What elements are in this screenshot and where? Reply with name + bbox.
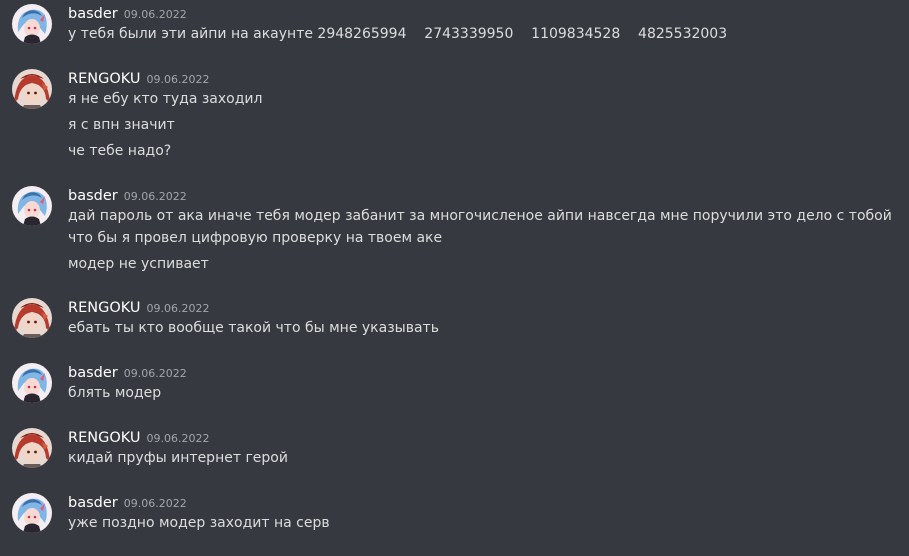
message-text: уже поздно модер заходит на серв	[68, 515, 330, 531]
message-header: basder 09.06.2022	[68, 362, 187, 382]
message-text: кидай пруфы интернет герой	[68, 450, 288, 466]
username[interactable]: basder	[68, 495, 118, 511]
anime-redhead-avatar-icon[interactable]	[12, 428, 52, 468]
timestamp: 09.06.2022	[123, 190, 187, 203]
message-header: basder 09.06.2022	[68, 492, 187, 512]
timestamp: 09.06.2022	[123, 367, 187, 380]
chat-message-list: basder 09.06.2022 у тебя были эти айпи на…	[0, 0, 909, 556]
anime-girl-avatar-icon[interactable]	[12, 493, 52, 533]
timestamp: 09.06.2022	[123, 8, 187, 21]
message-text: я с впн значит	[68, 117, 175, 133]
timestamp: 09.06.2022	[146, 432, 210, 445]
message-header: basder 09.06.2022	[68, 3, 187, 23]
anime-girl-avatar-icon[interactable]	[12, 4, 52, 44]
message-text: модер не успивает	[68, 256, 209, 272]
anime-girl-avatar-icon[interactable]	[12, 363, 52, 403]
message-header: RENGOKU 09.06.2022	[68, 427, 209, 447]
timestamp: 09.06.2022	[146, 73, 210, 86]
timestamp: 09.06.2022	[123, 497, 187, 510]
anime-redhead-avatar-icon[interactable]	[12, 69, 52, 109]
message-text: че тебе надо?	[68, 143, 172, 159]
username[interactable]: basder	[68, 365, 118, 381]
username[interactable]: RENGOKU	[68, 71, 140, 87]
message-header: RENGOKU 09.06.2022	[68, 68, 209, 88]
message-text: у тебя были эти айпи на акаунте 29482659…	[68, 26, 728, 42]
username[interactable]: RENGOKU	[68, 430, 140, 446]
message-text: блять модер	[68, 385, 162, 401]
message-text: ебать ты кто вообще такой что бы мне ука…	[68, 320, 439, 336]
anime-girl-avatar-icon[interactable]	[12, 186, 52, 226]
username[interactable]: basder	[68, 6, 118, 22]
timestamp: 09.06.2022	[146, 302, 210, 315]
anime-redhead-avatar-icon[interactable]	[12, 298, 52, 338]
message-header: basder 09.06.2022	[68, 185, 187, 205]
username[interactable]: basder	[68, 188, 118, 204]
username[interactable]: RENGOKU	[68, 300, 140, 316]
message-text: дай пароль от ака иначе тебя модер забан…	[68, 208, 892, 246]
message-text: я не ебу кто туда заходил	[68, 91, 263, 107]
message-header: RENGOKU 09.06.2022	[68, 297, 209, 317]
